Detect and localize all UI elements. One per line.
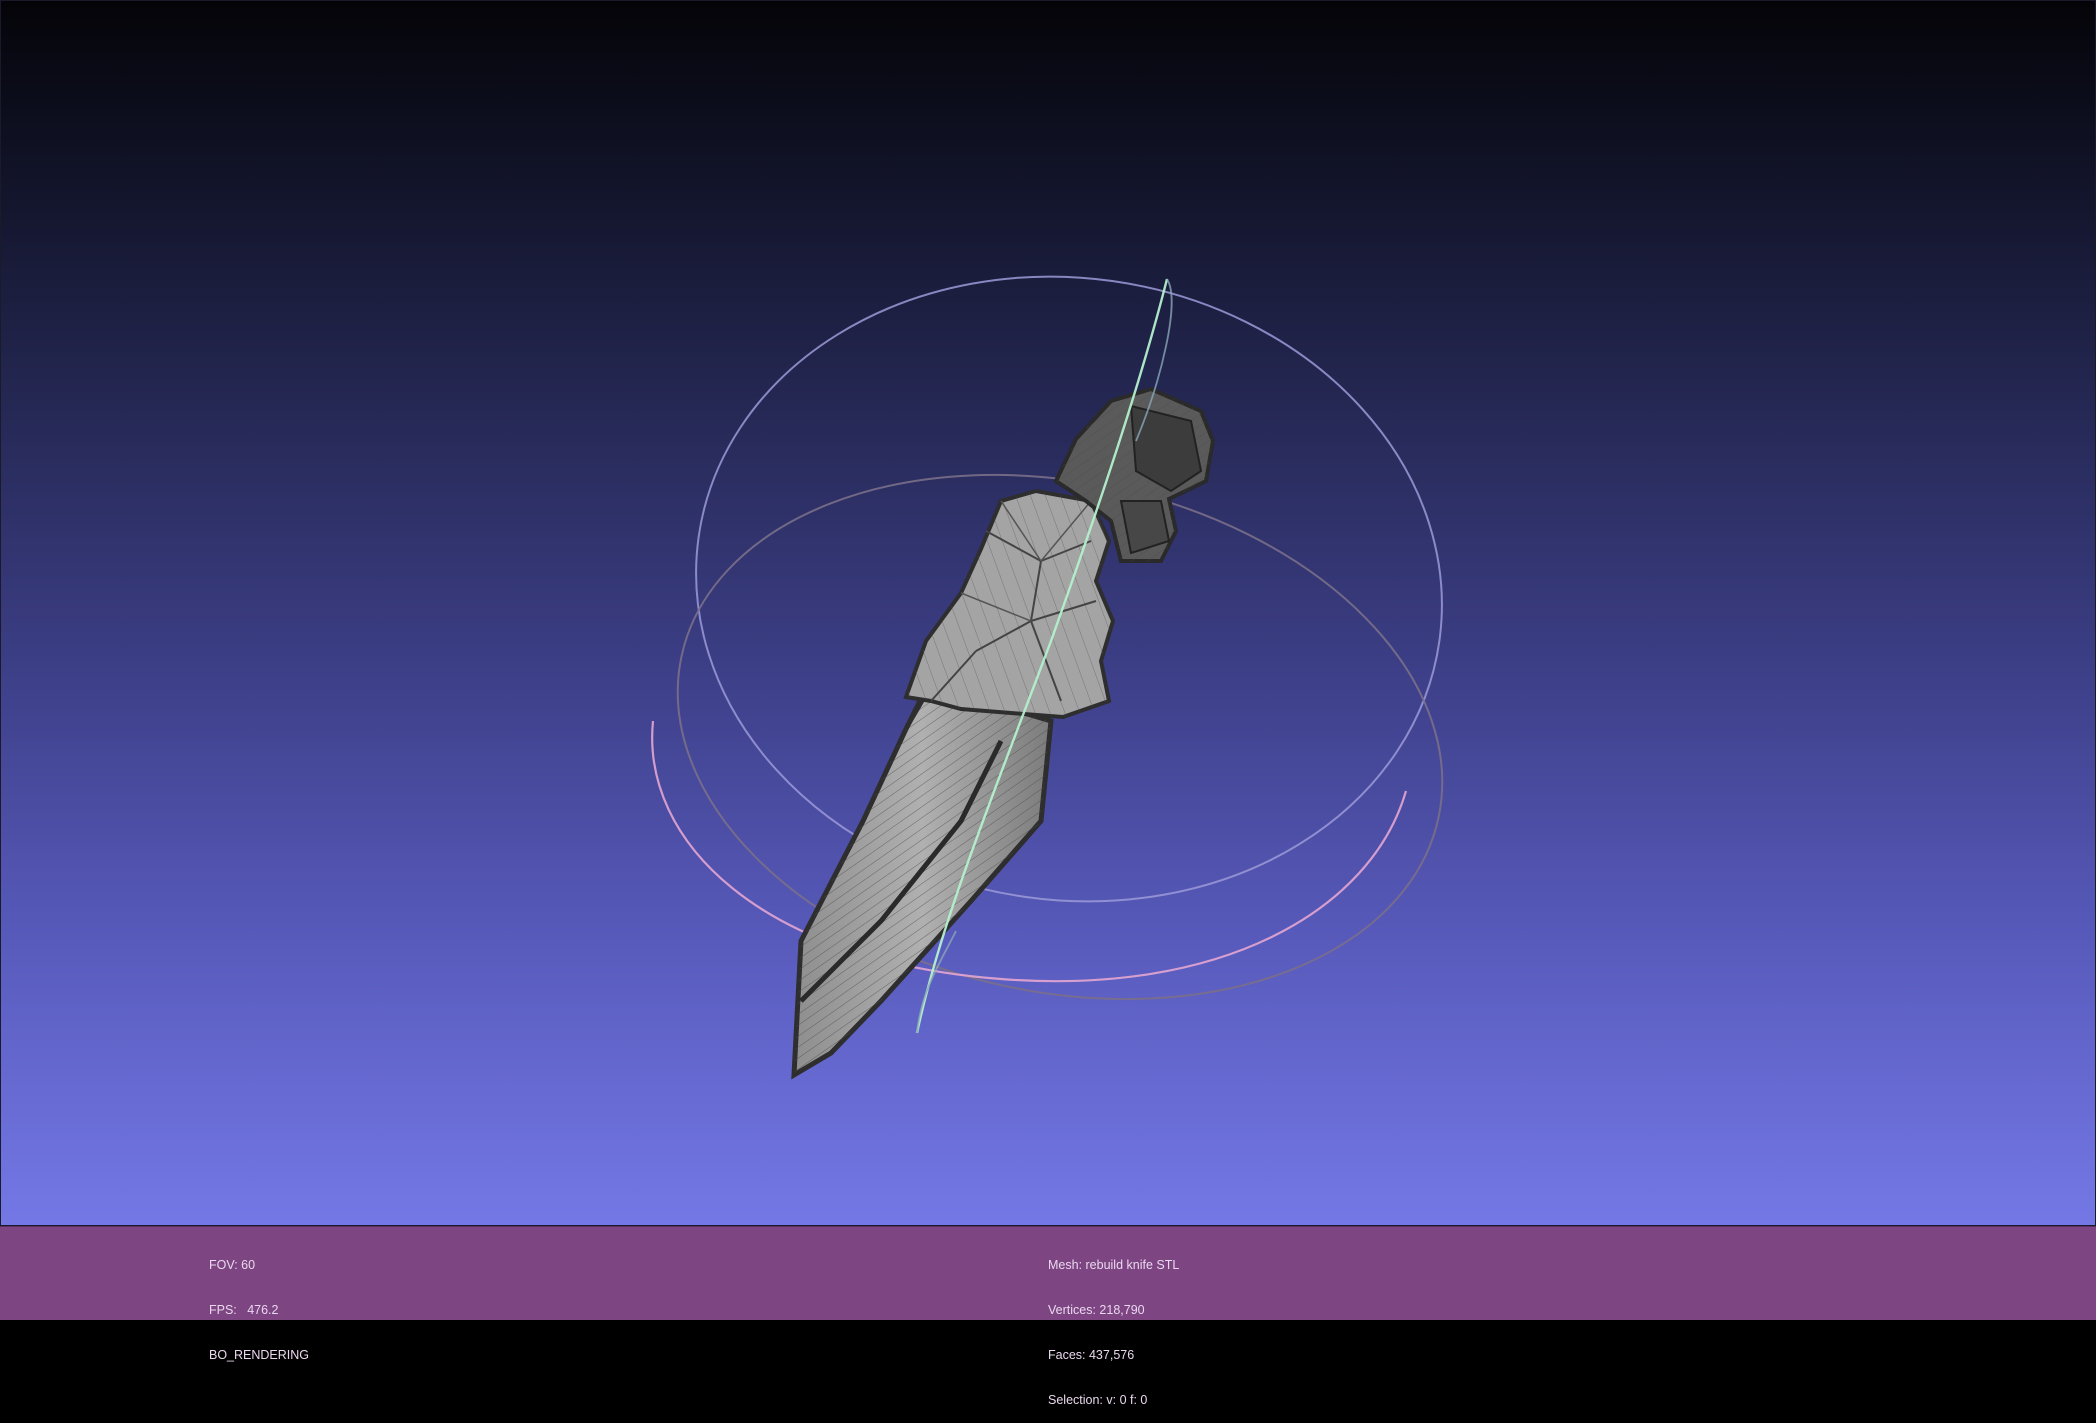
- render-mode: BO_RENDERING: [209, 1348, 310, 1362]
- 3d-viewport[interactable]: [0, 0, 2096, 1226]
- vertex-count: Vertices: 218,790: [1048, 1303, 1145, 1317]
- mesh-info: Mesh: rebuild knife STL Vertices: 218,79…: [1048, 1228, 1179, 1423]
- fps-readout: FPS: 476.2: [209, 1303, 279, 1317]
- render-info: FOV: 60 FPS: 476.2 BO_RENDERING: [209, 1228, 309, 1378]
- face-count: Faces: 437,576: [1048, 1348, 1135, 1362]
- fov-readout: FOV: 60: [209, 1258, 256, 1272]
- knife-mesh: [791, 386, 1216, 1080]
- selection-info: Selection: v: 0 f: 0: [1048, 1393, 1148, 1407]
- mesh-scene[interactable]: [1, 1, 2096, 1226]
- mesh-name: Mesh: rebuild knife STL: [1048, 1258, 1180, 1272]
